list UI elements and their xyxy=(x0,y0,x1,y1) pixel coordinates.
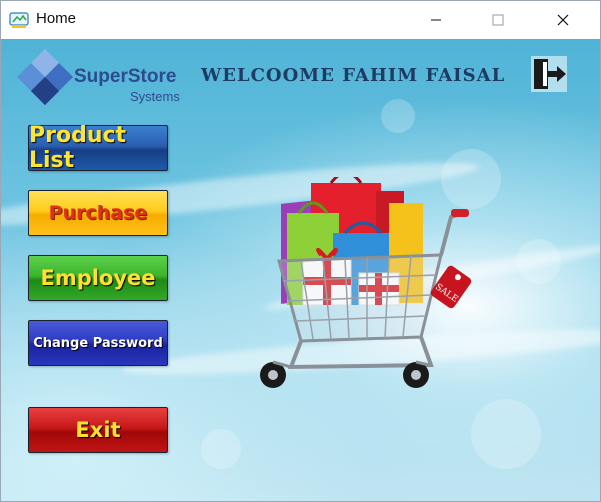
bokeh-light xyxy=(201,429,241,469)
change-password-button[interactable]: Change Password xyxy=(28,320,168,366)
minimize-button[interactable] xyxy=(413,1,459,39)
title-bar: Home xyxy=(1,1,600,39)
employee-button[interactable]: Employee xyxy=(28,255,168,301)
superstore-logo: SuperStore Systems xyxy=(15,47,185,113)
purchase-button[interactable]: Purchase xyxy=(28,190,168,236)
maximize-button[interactable] xyxy=(475,1,521,39)
employee-label: Employee xyxy=(40,266,156,290)
purchase-label: Purchase xyxy=(48,202,148,224)
minimize-icon xyxy=(431,19,441,21)
brand-name: SuperStore xyxy=(74,66,177,87)
brand-subtitle: Systems xyxy=(130,89,180,104)
change-password-label: Change Password xyxy=(33,335,163,351)
window-title: Home xyxy=(36,10,77,27)
product-list-button[interactable]: Product List xyxy=(28,123,168,173)
logout-door-icon[interactable] xyxy=(529,54,569,94)
main-panel: SuperStore Systems WELCOOME FAHIM FAISAL… xyxy=(1,39,600,501)
close-icon xyxy=(557,14,569,26)
bokeh-light xyxy=(516,239,561,284)
exit-label: Exit xyxy=(75,418,121,442)
bokeh-light xyxy=(471,399,541,469)
home-window: Home SuperStore Systems WELCOOME FAHIM F… xyxy=(0,0,601,502)
maximize-icon xyxy=(492,14,504,26)
close-button[interactable] xyxy=(540,1,586,39)
logo-diamond-icon xyxy=(17,49,73,105)
bokeh-light xyxy=(381,99,415,133)
welcome-message: WELCOOME FAHIM FAISAL xyxy=(201,65,506,86)
exit-button[interactable]: Exit xyxy=(28,407,168,453)
shopping-cart-icon: SALE xyxy=(260,177,472,388)
app-icon xyxy=(9,12,29,28)
product-list-label: Product List xyxy=(29,123,127,173)
